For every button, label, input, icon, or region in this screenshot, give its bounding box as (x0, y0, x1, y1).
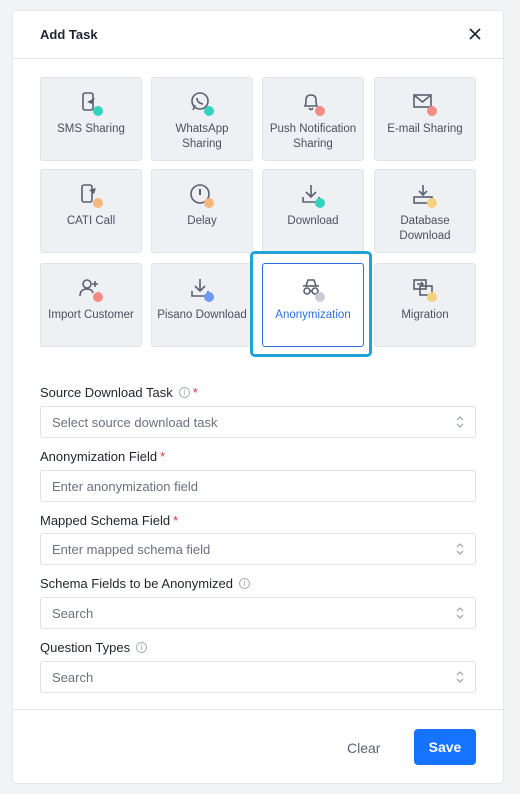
info-icon[interactable]: i (136, 642, 148, 653)
schema-fields-label: Schema Fields to be Anonymized i (40, 576, 250, 591)
schema-fields-placeholder: Search (52, 605, 94, 621)
task-tile-label: E-mail Sharing (387, 123, 463, 135)
chevron-up-down-icon (456, 607, 464, 619)
info-icon[interactable]: i (238, 578, 250, 589)
mapped-schema-field-select[interactable]: Enter mapped schema field (40, 533, 476, 565)
anonymization-field-input[interactable]: Enter anonymization field (40, 470, 476, 502)
required-mark: * (160, 449, 166, 464)
task-tile-label: Import Customer (48, 309, 134, 321)
task-tile-label: Database Download (399, 215, 451, 242)
task-tile-label: Migration (401, 309, 449, 321)
task-tile-label: SMS Sharing (57, 123, 125, 135)
task-tile-label: Delay (187, 215, 217, 227)
task-tile-database-download[interactable]: Database Download (374, 169, 476, 253)
task-tile-sms-sharing[interactable]: SMS Sharing (40, 77, 142, 161)
task-tile-delay[interactable]: Delay (151, 169, 253, 253)
task-tile-label: WhatsApp Sharing (175, 123, 229, 150)
chevron-up-down-icon (456, 543, 464, 555)
task-tile-pisano-download[interactable]: Pisano Download (151, 263, 253, 347)
modal-title: Add Task (40, 27, 98, 42)
close-icon[interactable] (465, 24, 485, 44)
task-tile-push-notification-sharing[interactable]: Push Notification Sharing (262, 77, 364, 161)
modal-footer: Clear Save (13, 709, 503, 784)
question-types-label: Question Types i (40, 640, 148, 655)
database-download-icon (411, 182, 439, 210)
question-types-placeholder: Search (52, 669, 94, 685)
save-button[interactable]: Save (414, 729, 476, 765)
schema-fields-select[interactable]: Search (40, 597, 476, 629)
clear-button[interactable]: Clear (347, 740, 380, 756)
info-icon[interactable]: i (178, 387, 190, 398)
source-download-task-select[interactable]: Select source download task (40, 406, 476, 438)
task-tile-download[interactable]: Download (262, 169, 364, 253)
required-mark: * (192, 385, 198, 400)
download-icon (188, 276, 216, 304)
anonymization-field-placeholder: Enter anonymization field (52, 478, 198, 494)
required-mark: * (173, 513, 179, 528)
task-tile-cati-call[interactable]: CATI Call (40, 169, 142, 253)
modal-header: Add Task (13, 11, 503, 59)
phone-call-icon (77, 182, 105, 210)
phone-share-icon (77, 90, 105, 118)
task-tile-import-customer[interactable]: Import Customer (40, 263, 142, 347)
task-tile-label: CATI Call (66, 215, 116, 227)
mail-icon (411, 90, 439, 118)
mapped-schema-field-placeholder: Enter mapped schema field (52, 541, 211, 557)
task-tile-label: Push Notification Sharing (269, 123, 357, 150)
source-download-task-placeholder: Select source download task (52, 414, 218, 430)
source-download-task-label: Source Download Task i * (40, 385, 198, 400)
whatsapp-icon (188, 90, 216, 118)
task-tile-label: Download (287, 215, 339, 227)
clock-icon (188, 182, 216, 210)
mapped-schema-field-label: Mapped Schema Field * (40, 513, 179, 528)
add-user-icon (77, 276, 105, 304)
chevron-up-down-icon (456, 416, 464, 428)
task-tile-migration[interactable]: Migration (374, 263, 476, 347)
task-tile-e-mail-sharing[interactable]: E-mail Sharing (374, 77, 476, 161)
migration-icon (411, 276, 439, 304)
task-tile-label: Pisano Download (157, 309, 247, 321)
add-task-modal: Add Task SMS Sharing WhatsApp Sharing Push… (12, 10, 504, 784)
task-tile-whatsapp-sharing[interactable]: WhatsApp Sharing (151, 77, 253, 161)
selection-highlight (250, 251, 372, 357)
download-icon (299, 182, 327, 210)
bell-icon (299, 90, 327, 118)
chevron-up-down-icon (456, 671, 464, 683)
question-types-select[interactable]: Search (40, 661, 476, 693)
anonymization-field-label: Anonymization Field * (40, 449, 166, 464)
